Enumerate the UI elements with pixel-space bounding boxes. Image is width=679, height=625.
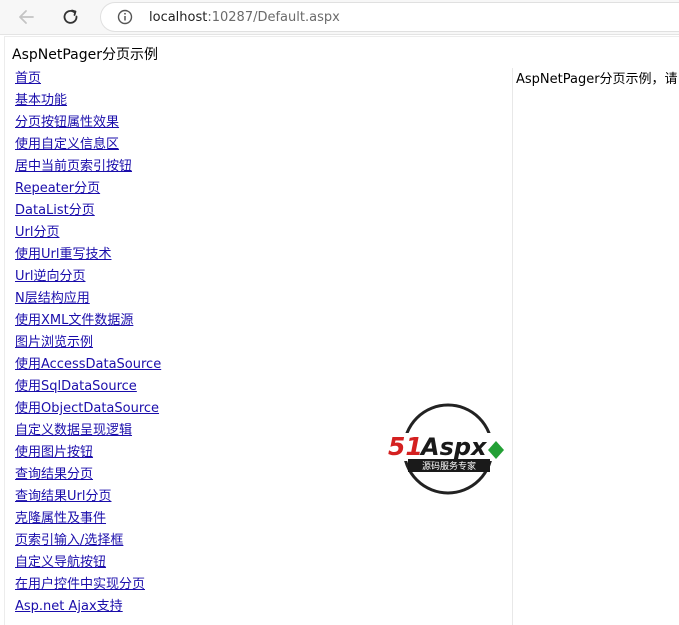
menu-link-24[interactable]: Asp.net Ajax支持 <box>15 599 123 614</box>
arrow-left-icon <box>19 10 34 24</box>
info-circle-icon[interactable] <box>117 9 133 25</box>
menu-link-7[interactable]: Url分页 <box>15 225 59 240</box>
menu-link-10[interactable]: N层结构应用 <box>15 291 90 306</box>
menu-link-9[interactable]: Url逆向分页 <box>15 269 85 284</box>
menu-item: 使用XML文件数据源 <box>15 311 510 333</box>
back-button[interactable] <box>14 4 40 30</box>
reload-button[interactable] <box>58 4 84 30</box>
reload-icon <box>63 9 78 24</box>
menu-link-20[interactable]: 克隆属性及事件 <box>15 511 106 526</box>
menu-link-1[interactable]: 基本功能 <box>15 93 67 108</box>
logo-51-text: 51 <box>388 432 423 461</box>
menu-link-11[interactable]: 使用XML文件数据源 <box>15 313 133 328</box>
menu-link-15[interactable]: 使用ObjectDataSource <box>15 401 159 416</box>
menu-link-5[interactable]: Repeater分页 <box>15 181 100 196</box>
menu-link-18[interactable]: 查询结果分页 <box>15 467 93 482</box>
column-divider <box>512 68 513 625</box>
menu-item: Url逆向分页 <box>15 267 510 289</box>
page-viewport: AspNetPager分页示例 首页基本功能分页按钮属性效果 使用自定义信息区 居中… <box>4 36 679 625</box>
menu-link-8[interactable]: 使用Url重写技术 <box>15 247 111 262</box>
example-menu: 首页基本功能分页按钮属性效果 使用自定义信息区 居中当前页索引按钮 Repeater分… <box>15 69 510 619</box>
menu-item: Repeater分页 <box>15 179 510 201</box>
url-text[interactable]: localhost:10287/Default.aspx <box>149 9 340 26</box>
menu-link-6[interactable]: DataList分页 <box>15 203 95 218</box>
menu-item: Asp.net Ajax支持 <box>15 597 510 619</box>
menu-item: 分页按钮属性效果 <box>15 113 510 135</box>
menu-link-22[interactable]: 自定义导航按钮 <box>15 555 106 570</box>
menu-item: 自定义导航按钮 <box>15 553 510 575</box>
content-text: AspNetPager分页示例，请 <box>516 72 678 87</box>
menu-link-14[interactable]: 使用SqlDataSource <box>15 379 137 394</box>
menu-link-19[interactable]: 查询结果Url分页 <box>15 489 111 504</box>
logo-aspx-text: Aspx <box>419 433 488 461</box>
menu-link-13[interactable]: 使用AccessDataSource <box>15 357 161 372</box>
url-host: localhost <box>149 10 208 25</box>
menu-item: 克隆属性及事件 <box>15 509 510 531</box>
menu-link-21[interactable]: 页索引输入/选择框 <box>15 533 123 548</box>
address-bar[interactable]: localhost:10287/Default.aspx <box>100 2 679 32</box>
page-title: AspNetPager分页示例 <box>12 47 158 63</box>
menu-item: 使用Url重写技术 <box>15 245 510 267</box>
browser-toolbar: localhost:10287/Default.aspx <box>0 0 679 35</box>
51aspx-watermark-logo: 51 Aspx 源码服务专家 <box>384 403 512 495</box>
menu-item: 使用SqlDataSource <box>15 377 510 399</box>
url-path: :10287/Default.aspx <box>207 10 340 25</box>
menu-item: 页索引输入/选择框 <box>15 531 510 553</box>
menu-link-12[interactable]: 图片浏览示例 <box>15 335 93 350</box>
menu-link-0[interactable]: 首页 <box>15 71 41 86</box>
menu-item: 图片浏览示例 <box>15 333 510 355</box>
menu-item: N层结构应用 <box>15 289 510 311</box>
menu-link-3[interactable]: 使用自定义信息区 <box>15 137 119 152</box>
menu-item: 使用自定义信息区 <box>15 135 510 157</box>
menu-link-2[interactable]: 分页按钮属性效果 <box>15 115 119 130</box>
menu-item: Url分页 <box>15 223 510 245</box>
menu-item: DataList分页 <box>15 201 510 223</box>
menu-item: 首页 <box>15 69 510 91</box>
menu-link-17[interactable]: 使用图片按钮 <box>15 445 93 460</box>
menu-item: 居中当前页索引按钮 <box>15 157 510 179</box>
menu-item: 基本功能 <box>15 91 510 113</box>
menu-item: 在用户控件中实现分页 <box>15 575 510 597</box>
menu-link-4[interactable]: 居中当前页索引按钮 <box>15 159 132 174</box>
menu-link-16[interactable]: 自定义数据呈现逻辑 <box>15 423 132 438</box>
logo-tagline: 源码服务专家 <box>422 460 476 472</box>
menu-item: 使用AccessDataSource <box>15 355 510 377</box>
menu-link-23[interactable]: 在用户控件中实现分页 <box>15 577 145 592</box>
